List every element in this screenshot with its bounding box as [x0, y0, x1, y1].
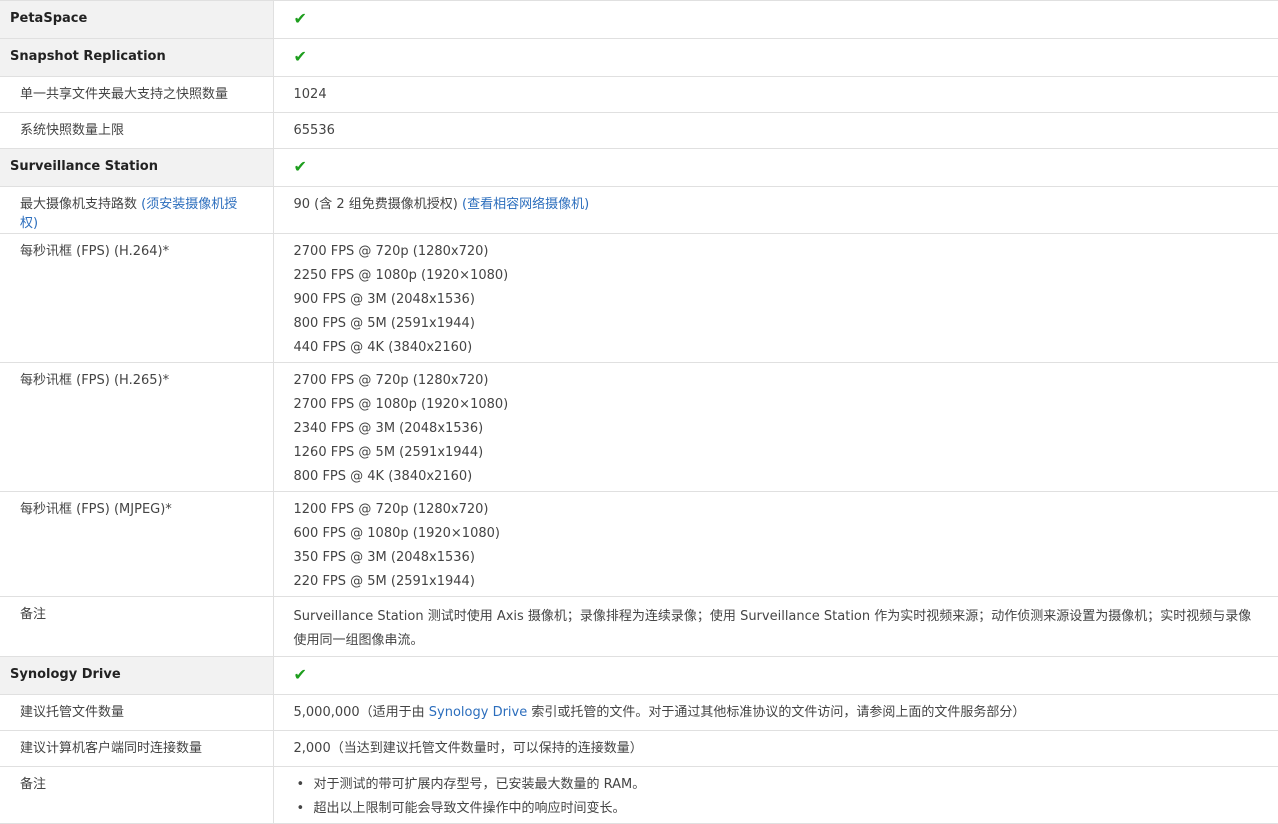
notes-text: Surveillance Station 测试时使用 Axis 摄像机；录像排程… [293, 609, 1252, 648]
section-row-drive: Synology Drive ✔ [0, 656, 1278, 695]
checkmark-icon: ✔ [293, 9, 307, 28]
list-item: 900 FPS @ 3M (2048x1536) [293, 292, 475, 307]
spec-table: PetaSpace ✔ Snapshot Replication ✔ 单一共享文… [0, 0, 1278, 824]
section-row-surveillance: Surveillance Station ✔ [0, 148, 1278, 187]
synology-drive-link[interactable]: Synology Drive [429, 705, 527, 720]
table-row: 单一共享文件夹最大支持之快照数量 1024 [0, 76, 1278, 113]
row-value: 5,000,000（适用于由 [293, 705, 429, 720]
table-row: 备注 Surveillance Station 测试时使用 Axis 摄像机；录… [0, 596, 1278, 657]
row-label: 每秒讯框 (FPS) (H.264)* [0, 233, 274, 363]
row-label: 备注 [0, 766, 274, 824]
table-row: 最大摄像机支持路数 (须安装摄像机授权) 90 (含 2 组免费摄像机授权) (… [0, 186, 1278, 234]
table-row: 每秒讯框 (FPS) (MJPEG)* 1200 FPS @ 720p (128… [0, 491, 1278, 597]
list-item: 800 FPS @ 4K (3840x2160) [293, 469, 473, 484]
table-row: 系统快照数量上限 65536 [0, 112, 1278, 149]
table-row: 建议托管文件数量 5,000,000（适用于由 Synology Drive 索… [0, 694, 1278, 731]
list-item: 2250 FPS @ 1080p (1920×1080) [293, 268, 509, 283]
row-label: 系统快照数量上限 [0, 112, 274, 149]
table-row: 每秒讯框 (FPS) (H.264)* 2700 FPS @ 720p (128… [0, 233, 1278, 363]
section-label: Synology Drive [0, 656, 274, 695]
row-value: 2,000（当达到建议托管文件数量时，可以保持的连接数量） [273, 730, 1278, 767]
table-row: 备注 对于测试的带可扩展内存型号，已安装最大数量的 RAM。 超出以上限制可能会… [0, 766, 1278, 824]
list-item: 440 FPS @ 4K (3840x2160) [293, 340, 473, 355]
row-label: 建议计算机客户端同时连接数量 [0, 730, 274, 767]
list-item: 2700 FPS @ 720p (1280x720) [293, 244, 489, 259]
compatible-cameras-link[interactable]: (查看相容网络摄像机) [462, 197, 589, 212]
table-row: 建议计算机客户端同时连接数量 2,000（当达到建议托管文件数量时，可以保持的连… [0, 730, 1278, 767]
row-value: 1024 [273, 76, 1278, 113]
list-item: 600 FPS @ 1080p (1920×1080) [293, 526, 500, 541]
section-label: Surveillance Station [0, 148, 274, 187]
section-row-snapshot: Snapshot Replication ✔ [0, 38, 1278, 77]
list-item: 1260 FPS @ 5M (2591x1944) [293, 445, 484, 460]
list-item: 2700 FPS @ 1080p (1920×1080) [293, 397, 509, 412]
checkmark-icon: ✔ [293, 47, 307, 66]
fps-list: 2700 FPS @ 720p (1280x720) 2700 FPS @ 10… [273, 362, 1278, 492]
list-item: 220 FPS @ 5M (2591x1944) [293, 574, 475, 589]
fps-list: 1200 FPS @ 720p (1280x720) 600 FPS @ 108… [273, 491, 1278, 597]
list-item: 2700 FPS @ 720p (1280x720) [293, 373, 489, 388]
list-item: 350 FPS @ 3M (2048x1536) [293, 550, 475, 565]
list-item: 1200 FPS @ 720p (1280x720) [293, 502, 489, 517]
checkmark-icon: ✔ [293, 157, 307, 176]
table-row: 每秒讯框 (FPS) (H.265)* 2700 FPS @ 720p (128… [0, 362, 1278, 492]
row-label: 单一共享文件夹最大支持之快照数量 [0, 76, 274, 113]
row-label: 每秒讯框 (FPS) (MJPEG)* [0, 491, 274, 597]
section-label: PetaSpace [0, 0, 274, 39]
list-item: 超出以上限制可能会导致文件操作中的响应时间变长。 [294, 799, 1259, 823]
row-label: 建议托管文件数量 [0, 694, 274, 731]
row-value-suffix: 索引或托管的文件。对于通过其他标准协议的文件访问，请参阅上面的文件服务部分） [527, 705, 1026, 720]
row-label: 最大摄像机支持路数 [20, 197, 138, 212]
notes-list: 对于测试的带可扩展内存型号，已安装最大数量的 RAM。 超出以上限制可能会导致文… [294, 775, 1259, 823]
list-item: 2340 FPS @ 3M (2048x1536) [293, 421, 484, 436]
fps-list: 2700 FPS @ 720p (1280x720) 2250 FPS @ 10… [273, 233, 1278, 363]
section-label: Snapshot Replication [0, 38, 274, 77]
row-value: 65536 [273, 112, 1278, 149]
checkmark-icon: ✔ [293, 665, 307, 684]
row-value: 90 (含 2 组免费摄像机授权) [293, 197, 458, 212]
row-label: 每秒讯框 (FPS) (H.265)* [0, 362, 274, 492]
list-item: 800 FPS @ 5M (2591x1944) [293, 316, 475, 331]
list-item: 对于测试的带可扩展内存型号，已安装最大数量的 RAM。 [294, 775, 1259, 799]
row-label: 备注 [0, 596, 274, 657]
section-row-petaspace: PetaSpace ✔ [0, 0, 1278, 39]
